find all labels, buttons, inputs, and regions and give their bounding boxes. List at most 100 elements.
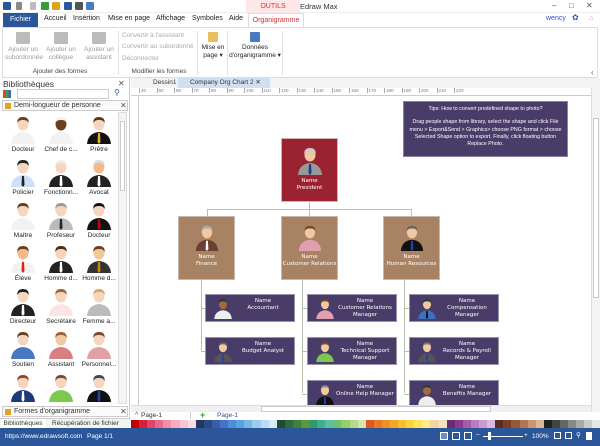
zoom-slider-thumb[interactable] — [488, 432, 491, 440]
library-menu-icon[interactable] — [3, 90, 11, 98]
add-colleague-button[interactable]: Ajouter un collègue — [43, 32, 79, 62]
library-shape[interactable]: Secrétaire — [42, 284, 80, 327]
redo-icon[interactable] — [30, 2, 36, 10]
library-shape[interactable] — [42, 370, 80, 404]
scroll-thumb[interactable] — [593, 118, 599, 298]
convert-subordinate-button[interactable]: Convertir au subordonné — [122, 43, 194, 50]
library-shape[interactable]: Maître — [4, 198, 42, 241]
library-search-input[interactable] — [17, 89, 109, 99]
full-screen-icon[interactable] — [586, 432, 592, 440]
color-swatch[interactable] — [592, 420, 600, 428]
tab-affichage[interactable]: Affichage — [156, 15, 185, 22]
color-swatch[interactable] — [284, 420, 293, 428]
library-shape[interactable]: Docteur — [80, 198, 118, 241]
tab-organigramme[interactable]: Organigramme — [248, 13, 304, 27]
zoom-out-button[interactable]: – — [476, 431, 480, 438]
website-link[interactable]: https://www.edrawsoft.com — [5, 433, 82, 440]
library-section-header-2[interactable]: Formes d'organigramme ✕ — [2, 406, 128, 417]
color-swatch[interactable] — [584, 420, 593, 428]
org-node-staff[interactable]: Name Technical Support Manager — [307, 337, 397, 365]
save-icon[interactable] — [64, 2, 72, 10]
search-icon[interactable]: ⚲ — [114, 88, 120, 97]
export-icon[interactable] — [86, 2, 94, 10]
org-node-staff[interactable]: Name Accountant — [205, 294, 295, 322]
outline-view-icon[interactable] — [452, 432, 460, 440]
color-swatch[interactable] — [535, 420, 544, 428]
color-swatch[interactable] — [543, 420, 552, 428]
color-swatch[interactable] — [551, 420, 560, 428]
color-swatch[interactable] — [454, 420, 463, 428]
color-swatch[interactable] — [292, 420, 301, 428]
close-button[interactable]: ✕ — [586, 1, 593, 10]
tab-aide[interactable]: Aide — [229, 15, 243, 22]
color-swatch[interactable] — [398, 420, 407, 428]
org-node-head[interactable]: Name Customer Relations — [281, 216, 338, 280]
color-swatch[interactable] — [446, 420, 455, 428]
tab-insertion[interactable]: Insértion — [73, 15, 100, 22]
org-node-staff[interactable]: Name Compensation Manager — [409, 294, 499, 322]
color-swatch[interactable] — [365, 420, 374, 428]
color-swatch[interactable] — [203, 420, 212, 428]
color-swatch[interactable] — [357, 420, 366, 428]
zoom-in-button[interactable]: + — [524, 432, 528, 439]
color-swatch[interactable] — [163, 420, 172, 428]
color-swatch[interactable] — [139, 420, 148, 428]
org-data-button[interactable]: Données d'organigramme ▾ — [229, 32, 281, 60]
normal-view-icon[interactable] — [440, 432, 448, 440]
minimize-button[interactable]: – — [552, 1, 556, 10]
fit-width-icon[interactable] — [565, 432, 572, 439]
color-swatch[interactable] — [155, 420, 164, 428]
color-swatch[interactable] — [211, 420, 221, 428]
color-swatch[interactable] — [260, 420, 269, 428]
library-shape[interactable]: Avocat — [80, 155, 118, 198]
color-swatch[interactable] — [309, 420, 318, 428]
settings-icon[interactable]: ✿ — [572, 13, 579, 22]
org-node-staff[interactable]: Name Benefits Manager — [409, 380, 499, 405]
color-swatch[interactable] — [438, 420, 447, 428]
color-swatch[interactable] — [462, 420, 471, 428]
zoom-icon[interactable]: ⚲ — [576, 431, 581, 439]
tab-file-recovery[interactable]: Récupération de fichier — [52, 420, 119, 427]
color-swatch[interactable] — [187, 420, 196, 428]
color-swatch[interactable] — [349, 420, 358, 428]
color-swatch[interactable] — [179, 420, 188, 428]
scroll-thumb[interactable] — [120, 121, 125, 191]
color-swatch[interactable] — [390, 420, 399, 428]
library-shape[interactable] — [80, 370, 118, 404]
close-icon[interactable]: ✕ — [118, 79, 125, 88]
color-swatch[interactable] — [341, 420, 350, 428]
color-swatch[interactable] — [576, 420, 585, 428]
page-tab[interactable]: Page-1 — [217, 412, 238, 419]
color-swatch[interactable] — [479, 420, 488, 428]
color-swatch[interactable] — [568, 420, 577, 428]
color-swatch[interactable] — [195, 420, 204, 428]
color-swatch[interactable] — [147, 420, 156, 428]
org-node-head[interactable]: Name Finance — [178, 216, 235, 280]
color-swatch[interactable] — [276, 420, 285, 428]
library-shape[interactable]: Chef de c... — [42, 112, 80, 155]
library-section-header[interactable]: Demi-longueur de personne ✕ — [2, 100, 128, 111]
org-node-staff[interactable]: Name Records & Payroll Manager — [409, 337, 499, 365]
add-subordinate-button[interactable]: Ajouter un subordonnée — [5, 32, 43, 62]
new-icon[interactable] — [41, 2, 49, 10]
org-node-staff[interactable]: Name Online Help Manager — [307, 380, 397, 405]
color-swatch[interactable] — [228, 420, 237, 428]
color-swatch[interactable] — [559, 420, 569, 428]
org-node-staff[interactable]: Name Customer Relations Manager — [307, 294, 397, 322]
color-swatch[interactable] — [268, 420, 277, 428]
library-shape[interactable]: Prêtre — [80, 112, 118, 155]
maximize-button[interactable]: □ — [569, 1, 574, 10]
tab-accueil[interactable]: Accueil — [44, 15, 67, 22]
color-swatch[interactable] — [503, 420, 512, 428]
color-swatch[interactable] — [414, 420, 423, 428]
color-swatch[interactable] — [511, 420, 520, 428]
library-shape[interactable]: Profeseur — [42, 198, 80, 241]
close-icon[interactable]: ✕ — [255, 79, 260, 86]
library-shape[interactable]: Directeur — [4, 284, 42, 327]
library-shape[interactable]: Soutien — [4, 327, 42, 370]
color-swatch[interactable] — [131, 420, 140, 428]
tab-company-org-chart[interactable]: Company Org Chart 2 ✕ — [178, 78, 270, 88]
library-shape[interactable]: Docteur — [4, 112, 42, 155]
color-swatch[interactable] — [333, 420, 342, 428]
collapse-icon[interactable]: ^ — [135, 412, 138, 419]
